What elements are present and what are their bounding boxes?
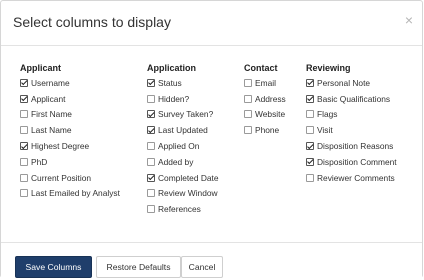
column-option[interactable]: Review Window (147, 186, 219, 202)
dialog-footer: Save Columns Restore Defaults Cancel (1, 242, 422, 280)
column-option[interactable]: Applicant (20, 91, 120, 107)
column-option-label: Last Emailed by Analyst (31, 188, 120, 199)
group-heading: Applicant (20, 63, 62, 73)
unchecked-checkbox[interactable] (20, 157, 28, 166)
column-option[interactable]: Current Position (20, 170, 120, 186)
column-option[interactable]: First Name (20, 107, 120, 123)
column-option[interactable]: Reviewer Comments (306, 170, 397, 186)
column-option[interactable]: Completed Date (147, 170, 219, 186)
column-option[interactable]: Added by (147, 154, 219, 170)
group-applicant: Applicant Username Applicant First Name Last… (20, 63, 120, 201)
column-option-label: Survey Taken? (158, 109, 214, 120)
unchecked-checkbox[interactable] (244, 110, 252, 119)
column-option-label: References (158, 204, 201, 215)
column-option-label: Phone (255, 125, 280, 136)
column-option[interactable]: Hidden? (147, 91, 219, 107)
checked-checkbox[interactable] (306, 78, 314, 87)
unchecked-checkbox[interactable] (306, 110, 314, 119)
cancel-button[interactable]: Cancel (181, 256, 223, 278)
column-option[interactable]: Applied On (147, 138, 219, 154)
column-option-label: Disposition Reasons (317, 141, 394, 152)
unchecked-checkbox[interactable] (20, 110, 28, 119)
column-option[interactable]: Personal Note (306, 75, 397, 91)
group-heading: Application (147, 63, 196, 73)
column-option-label: Disposition Comment (317, 156, 397, 167)
column-option[interactable]: Address (244, 91, 286, 107)
column-option[interactable]: Username (20, 75, 120, 91)
save-columns-button[interactable]: Save Columns (15, 256, 92, 278)
checked-checkbox[interactable] (147, 173, 155, 182)
group-heading: Contact (244, 63, 278, 73)
column-option-label: Username (31, 77, 70, 88)
column-option-label: Address (255, 93, 286, 104)
unchecked-checkbox[interactable] (244, 78, 252, 87)
column-option[interactable]: Phone (244, 122, 286, 138)
checked-checkbox[interactable] (20, 78, 28, 87)
column-option-label: Added by (158, 156, 194, 167)
column-option[interactable]: References (147, 201, 219, 217)
column-option-label: Status (158, 77, 182, 88)
unchecked-checkbox[interactable] (147, 157, 155, 166)
unchecked-checkbox[interactable] (244, 126, 252, 135)
unchecked-checkbox[interactable] (306, 126, 314, 135)
select-columns-dialog: Select columns to display × Applicant Use… (0, 0, 423, 280)
column-option-label: Email (255, 77, 276, 88)
unchecked-checkbox[interactable] (20, 189, 28, 198)
column-option[interactable]: Last Emailed by Analyst (20, 186, 120, 202)
checked-checkbox[interactable] (147, 78, 155, 87)
column-option[interactable]: Survey Taken? (147, 107, 219, 123)
column-option[interactable]: Last Name (20, 122, 120, 138)
unchecked-checkbox[interactable] (147, 189, 155, 198)
column-option-label: Current Position (31, 172, 92, 183)
column-option[interactable]: Basic Qualifications (306, 91, 397, 107)
column-option-label: Reviewer Comments (317, 172, 395, 183)
column-option[interactable]: Flags (306, 107, 397, 123)
column-option-label: Completed Date (158, 172, 219, 183)
column-option-label: PhD (31, 156, 48, 167)
unchecked-checkbox[interactable] (244, 94, 252, 103)
group-contact: Contact Email Address Website Phone (244, 63, 286, 138)
column-groups: Applicant Username Applicant First Name Last… (1, 1, 422, 241)
checked-checkbox[interactable] (147, 126, 155, 135)
unchecked-checkbox[interactable] (20, 126, 28, 135)
column-option[interactable]: Email (244, 75, 286, 91)
column-option-label: Review Window (158, 188, 218, 199)
column-option[interactable]: PhD (20, 154, 120, 170)
column-option[interactable]: Visit (306, 122, 397, 138)
checked-checkbox[interactable] (147, 110, 155, 119)
column-option-label: Hidden? (158, 93, 190, 104)
column-option-label: Applicant (31, 93, 66, 104)
unchecked-checkbox[interactable] (147, 142, 155, 151)
checked-checkbox[interactable] (306, 94, 314, 103)
column-option[interactable]: Website (244, 107, 286, 123)
column-option-label: Highest Degree (31, 141, 90, 152)
column-option[interactable]: Highest Degree (20, 138, 120, 154)
column-option-label: Last Updated (158, 125, 208, 136)
checked-checkbox[interactable] (20, 142, 28, 151)
checked-checkbox[interactable] (306, 157, 314, 166)
column-option[interactable]: Last Updated (147, 122, 219, 138)
group-heading: Reviewing (306, 63, 351, 73)
group-reviewing: Reviewing Personal Note Basic Qualificatio… (306, 63, 397, 186)
column-option-label: Basic Qualifications (317, 93, 391, 104)
column-option[interactable]: Disposition Reasons (306, 138, 397, 154)
column-option-label: Personal Note (317, 77, 371, 88)
column-option-label: Visit (317, 125, 333, 136)
column-option-label: Applied On (158, 141, 200, 152)
checked-checkbox[interactable] (306, 142, 314, 151)
group-application: Application Status Hidden? Survey Taken? Las… (147, 63, 219, 217)
unchecked-checkbox[interactable] (20, 173, 28, 182)
column-option[interactable]: Disposition Comment (306, 154, 397, 170)
column-option-label: Website (255, 109, 286, 120)
unchecked-checkbox[interactable] (306, 173, 314, 182)
unchecked-checkbox[interactable] (147, 94, 155, 103)
column-option[interactable]: Status (147, 75, 219, 91)
unchecked-checkbox[interactable] (147, 205, 155, 214)
column-option-label: First Name (31, 109, 72, 120)
column-option-label: Last Name (31, 125, 72, 136)
restore-defaults-button[interactable]: Restore Defaults (96, 256, 181, 278)
checked-checkbox[interactable] (20, 94, 28, 103)
column-option-label: Flags (317, 109, 338, 120)
